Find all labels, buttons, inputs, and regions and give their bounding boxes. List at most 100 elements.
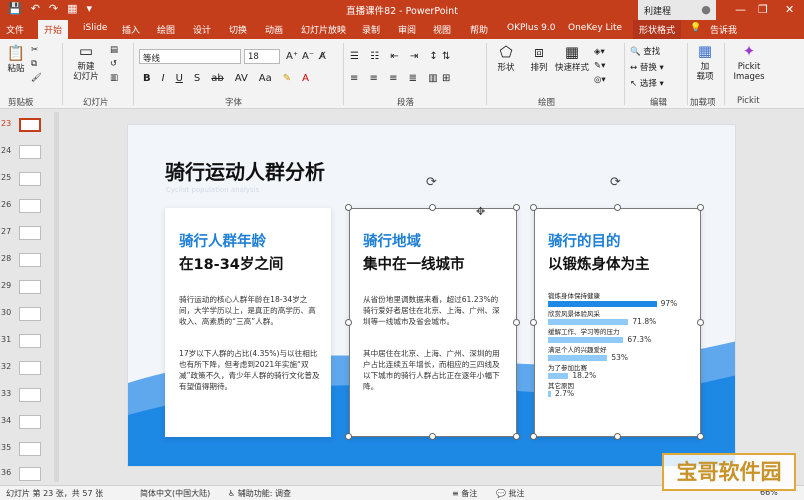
shrink-font-icon[interactable]: A⁻ xyxy=(302,51,314,62)
tab-transitions[interactable]: 切换 xyxy=(229,23,247,36)
thumbnail-scrollbar[interactable] xyxy=(54,112,59,482)
slide-thumbnail[interactable] xyxy=(19,199,41,213)
tab-onekey[interactable]: OneKey Lite xyxy=(568,23,622,33)
align-icons[interactable]: ≡ ≡ ≡ ≣ ▥ xyxy=(350,73,442,84)
resize-handle[interactable] xyxy=(697,433,704,440)
font-name-select[interactable]: 等线 xyxy=(139,49,241,64)
resize-handle[interactable] xyxy=(530,433,537,440)
copy-icon[interactable]: ⧉ xyxy=(31,59,37,69)
resize-handle[interactable] xyxy=(513,319,520,326)
clear-format-icon[interactable]: A̸ xyxy=(319,51,326,62)
slide-thumbnail[interactable] xyxy=(19,145,41,159)
resize-handle[interactable] xyxy=(429,433,436,440)
close-button[interactable]: ✕ xyxy=(785,3,794,16)
slide-thumbnail[interactable] xyxy=(19,118,41,132)
italic-icon[interactable]: I xyxy=(162,73,165,84)
tab-file[interactable]: 文件 xyxy=(6,23,24,36)
tab-animations[interactable]: 动画 xyxy=(265,23,283,36)
reset-icon[interactable]: ↺ xyxy=(110,59,117,69)
format-painter-icon[interactable]: 🖌 xyxy=(31,73,42,83)
tab-tell-me[interactable]: 告诉我 xyxy=(710,23,737,36)
restore-button[interactable]: ❐ xyxy=(758,3,768,16)
addins-button[interactable]: ▦ 加 载项 xyxy=(692,43,718,83)
case-icon[interactable]: Aa xyxy=(259,73,272,84)
tab-draw[interactable]: 绘图 xyxy=(157,23,175,36)
slide-thumbnail[interactable] xyxy=(19,280,41,294)
shape-effects-icon[interactable]: ◎▾ xyxy=(594,75,606,85)
avatar-icon[interactable]: ● xyxy=(696,0,716,20)
font-size-select[interactable]: 18 xyxy=(244,49,280,64)
slide-thumbnail[interactable] xyxy=(19,442,41,456)
bold-icon[interactable]: B xyxy=(143,73,151,84)
comments-button[interactable]: 💬 批注 xyxy=(496,488,525,499)
resize-handle[interactable] xyxy=(697,204,704,211)
replace-button[interactable]: ↔ 替换 ▾ xyxy=(630,61,664,73)
grow-font-icon[interactable]: A⁺ xyxy=(286,51,298,62)
shape-button[interactable]: ⬠ 形状 xyxy=(492,44,520,74)
slide-thumbnail[interactable] xyxy=(19,226,41,240)
resize-handle[interactable] xyxy=(530,204,537,211)
resize-handle[interactable] xyxy=(345,319,352,326)
tab-record[interactable]: 录制 xyxy=(362,23,380,36)
user-name[interactable]: 利建程 xyxy=(638,0,696,20)
cut-icon[interactable]: ✂ xyxy=(31,45,38,55)
resize-handle[interactable] xyxy=(614,433,621,440)
tab-okplus[interactable]: OKPlus 9.0 xyxy=(507,23,555,33)
tab-insert[interactable]: 插入 xyxy=(122,23,140,36)
font-color-icon[interactable]: A xyxy=(302,73,309,84)
minimize-button[interactable]: — xyxy=(735,3,746,16)
slide-thumbnail[interactable] xyxy=(19,361,41,375)
resize-handle[interactable] xyxy=(530,319,537,326)
layout-icon[interactable]: ▤ xyxy=(110,45,118,55)
select-button[interactable]: ↖ 选择 ▾ xyxy=(630,77,664,89)
shape-fill-icon[interactable]: ◈▾ xyxy=(594,47,605,57)
resize-handle[interactable] xyxy=(345,204,352,211)
smartart-icon[interactable]: ⊞ xyxy=(442,73,450,84)
card-age[interactable]: 骑行人群年龄 在18-34岁之间 骑行运动的核心人群年龄在18-34岁之间，大学… xyxy=(165,208,331,437)
tab-review[interactable]: 审阅 xyxy=(398,23,416,36)
shadow-icon[interactable]: S xyxy=(194,73,200,84)
slide-thumbnail[interactable] xyxy=(19,388,41,402)
slide-canvas[interactable]: 骑行运动人群分析 Cyclist population analysis 骑行人… xyxy=(127,124,736,467)
arrange-button[interactable]: ⧈ 排列 xyxy=(525,44,553,74)
tab-islide[interactable]: iSlide xyxy=(83,23,107,33)
resize-handle[interactable] xyxy=(614,204,621,211)
slide-thumbnail[interactable] xyxy=(19,415,41,429)
text-direction-icon[interactable]: ⇅ xyxy=(442,51,450,62)
find-button[interactable]: 🔍 查找 xyxy=(630,45,660,57)
section-icon[interactable]: ▥ xyxy=(110,73,118,83)
rotate-handle-icon[interactable]: ⟳ xyxy=(426,175,437,190)
underline-icon[interactable]: U xyxy=(176,73,183,84)
tab-shape-format[interactable]: 形状格式 xyxy=(633,20,682,39)
accessibility-status[interactable]: ♿ 辅助功能: 调查 xyxy=(228,488,291,499)
group-label: 剪贴板 xyxy=(8,98,34,108)
resize-handle[interactable] xyxy=(345,433,352,440)
slide-thumbnail[interactable] xyxy=(19,172,41,186)
tab-help[interactable]: 帮助 xyxy=(470,23,488,36)
tab-slideshow[interactable]: 幻灯片放映 xyxy=(301,23,346,36)
slide-thumbnail[interactable] xyxy=(19,307,41,321)
tab-view[interactable]: 视图 xyxy=(433,23,451,36)
slide-thumbnail[interactable] xyxy=(19,334,41,348)
slide-thumbnail[interactable] xyxy=(19,467,41,481)
resize-handle[interactable] xyxy=(697,319,704,326)
paste-button[interactable]: 📋 粘贴 xyxy=(4,45,28,75)
quick-styles-button[interactable]: ▦ 快速样式 xyxy=(555,44,589,74)
tab-home[interactable]: 开始 xyxy=(38,20,69,39)
resize-handle[interactable] xyxy=(513,204,520,211)
highlight-icon[interactable]: ✎ xyxy=(283,73,291,84)
new-slide-button[interactable]: ▭ 新建 幻灯片 xyxy=(68,43,104,83)
shape-outline-icon[interactable]: ✎▾ xyxy=(594,61,605,71)
strikethrough-icon[interactable]: ab xyxy=(211,73,223,84)
rotate-handle-icon[interactable]: ⟳ xyxy=(610,175,621,190)
pickit-button[interactable]: ✦ Pickit Images xyxy=(729,43,769,83)
language-status[interactable]: 简体中文(中国大陆) xyxy=(140,488,210,499)
tab-design[interactable]: 设计 xyxy=(193,23,211,36)
notes-button[interactable]: ≡ 备注 xyxy=(452,488,477,499)
resize-handle[interactable] xyxy=(513,433,520,440)
list-icons[interactable]: ☰ ☷ ⇤ ⇥ ↕ xyxy=(350,51,442,62)
spacing-icon[interactable]: AV xyxy=(235,73,248,84)
thumbnail-number: 25 xyxy=(1,173,12,182)
resize-handle[interactable] xyxy=(429,204,436,211)
slide-thumbnail[interactable] xyxy=(19,253,41,267)
